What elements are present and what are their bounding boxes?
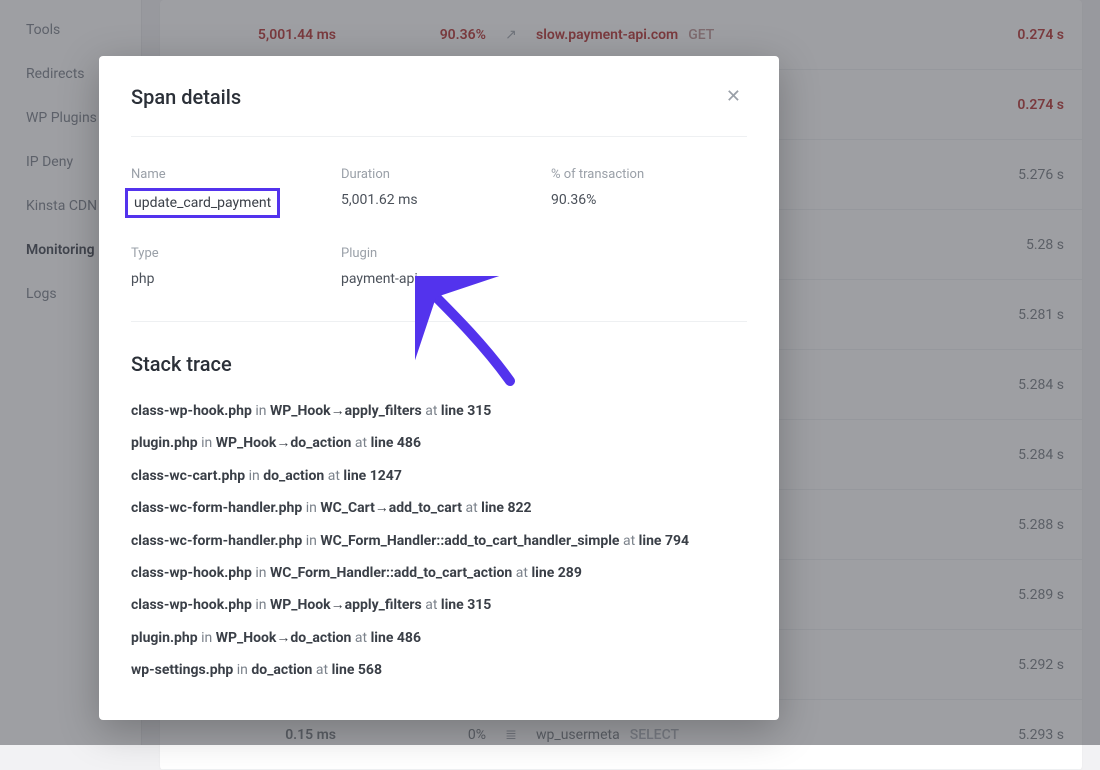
field-plugin-value: payment-api [341,271,551,287]
field-type-value: php [131,271,341,287]
stack-trace-line: plugin.php in WP_Hook→do_action at line … [131,432,747,454]
close-icon[interactable]: ✕ [720,84,747,110]
stack-trace-line: wp-settings.php in do_action at line 568 [131,659,747,681]
stack-trace-line: class-wp-hook.php in WP_Hook→apply_filte… [131,594,747,616]
stack-trace-line: class-wp-hook.php in WC_Form_Handler::ad… [131,562,747,584]
stack-trace-title: Stack trace [131,352,747,376]
field-name-label: Name [131,167,341,182]
stack-trace-section: Stack trace class-wp-hook.php in WP_Hook… [131,322,747,702]
field-percent-value: 90.36% [551,192,747,208]
stack-trace-line: plugin.php in WP_Hook→do_action at line … [131,627,747,649]
stack-trace-line: class-wp-hook.php in WP_Hook→apply_filte… [131,400,747,422]
field-type: Type php [131,246,341,287]
field-duration-label: Duration [341,167,551,182]
field-name: Name update_card_payment [131,167,341,218]
stack-trace-line: class-wc-form-handler.php in WC_Cart→add… [131,497,747,519]
field-duration: Duration 5,001.62 ms [341,167,551,218]
field-percent: % of transaction 90.36% [551,167,747,218]
modal-title: Span details [131,85,241,109]
stack-trace-line: class-wc-form-handler.php in WC_Form_Han… [131,530,747,552]
span-fields: Name update_card_payment Duration 5,001.… [131,137,747,322]
field-plugin-label: Plugin [341,246,551,261]
stack-trace-line: class-wc-cart.php in do_action at line 1… [131,465,747,487]
field-type-label: Type [131,246,341,261]
field-percent-label: % of transaction [551,167,747,182]
stack-trace-list: class-wp-hook.php in WP_Hook→apply_filte… [131,400,747,682]
field-plugin: Plugin payment-api [341,246,551,287]
span-details-modal: Span details ✕ Name update_card_payment … [99,56,779,720]
modal-header: Span details ✕ [131,56,747,137]
field-duration-value: 5,001.62 ms [341,192,551,208]
field-name-value: update_card_payment [125,188,280,218]
